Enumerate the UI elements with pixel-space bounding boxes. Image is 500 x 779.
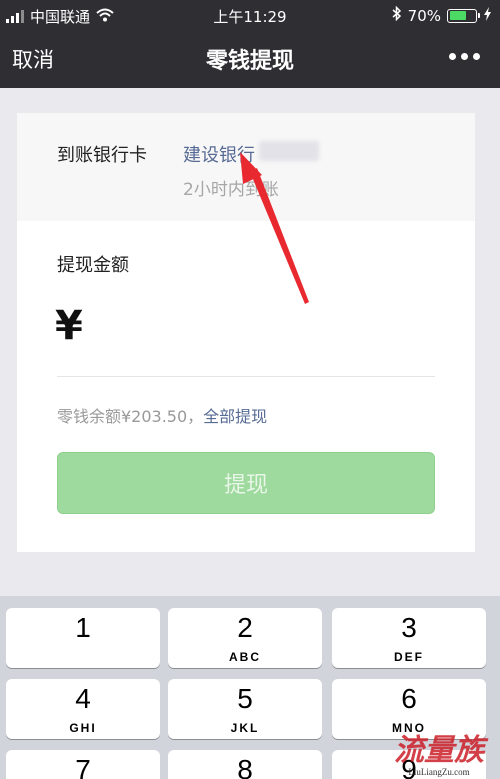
amount-label: 提现金额 [57, 255, 129, 276]
more-dots-icon[interactable] [449, 45, 480, 68]
key-digit: 3 [401, 612, 417, 643]
key-3[interactable]: 3 DEF [332, 608, 486, 668]
bluetooth-icon [392, 5, 402, 25]
key-8[interactable]: 8 [168, 750, 322, 779]
nav-bar: 取消 零钱提现 [0, 32, 500, 84]
bank-name[interactable]: 建设银行 [183, 141, 255, 167]
key-4[interactable]: 4 GHI [6, 679, 160, 739]
key-digit: 2 [237, 612, 253, 643]
key-7[interactable]: 7 [6, 750, 160, 779]
cancel-button[interactable]: 取消 [12, 44, 54, 74]
arrival-time: 2小时内到账 [183, 180, 279, 200]
key-2[interactable]: 2 ABC [168, 608, 322, 668]
withdraw-all-link[interactable]: 全部提现 [203, 407, 267, 426]
battery-percent: 70% [407, 6, 441, 25]
key-letters: MNO [392, 721, 426, 735]
bank-card-label: 到账银行卡 [57, 145, 147, 166]
key-digit: 9 [401, 754, 417, 779]
bank-card-selector[interactable]: 到账银行卡 建设银行 2小时内到账 [17, 113, 475, 221]
currency-symbol: ¥ [55, 303, 83, 349]
key-6[interactable]: 6 MNO [332, 679, 486, 739]
masked-card-number [259, 141, 319, 161]
divider [57, 376, 435, 377]
battery-icon [447, 8, 480, 23]
battery-fill [449, 11, 467, 20]
charging-icon [483, 6, 492, 25]
status-bar-right: 70% [392, 5, 492, 25]
key-digit: 4 [75, 683, 91, 714]
key-letters: ABC [229, 650, 261, 664]
key-digit: 1 [75, 612, 91, 643]
key-letters: JKL [230, 721, 260, 735]
withdraw-card: 到账银行卡 建设银行 2小时内到账 提现金额 ¥ 零钱余额¥203.50，全部提… [17, 113, 475, 552]
key-digit: 7 [75, 754, 91, 779]
key-9[interactable]: 9 [332, 750, 486, 779]
status-bar: 中国联通 上午11:29 70% [0, 0, 500, 32]
page-title: 零钱提现 [205, 49, 294, 74]
key-digit: 8 [237, 754, 253, 779]
key-digit: 5 [237, 683, 253, 714]
key-1[interactable]: 1 [6, 608, 160, 668]
amount-input[interactable] [97, 305, 427, 349]
balance-row: 零钱余额¥203.50，全部提现 [57, 403, 267, 427]
balance-text: 零钱余额¥203.50， [57, 407, 204, 426]
key-letters: DEF [394, 650, 424, 664]
key-letters: GHI [69, 721, 97, 735]
header: 中国联通 上午11:29 70% 取消 零钱提现 [0, 0, 500, 88]
key-digit: 6 [401, 683, 417, 714]
numeric-keypad: 1 2 ABC 3 DEF 4 GHI 5 JKL 6 MNO 7 8 9 流量… [0, 596, 500, 779]
key-5[interactable]: 5 JKL [168, 679, 322, 739]
withdraw-button[interactable]: 提现 [57, 452, 435, 514]
